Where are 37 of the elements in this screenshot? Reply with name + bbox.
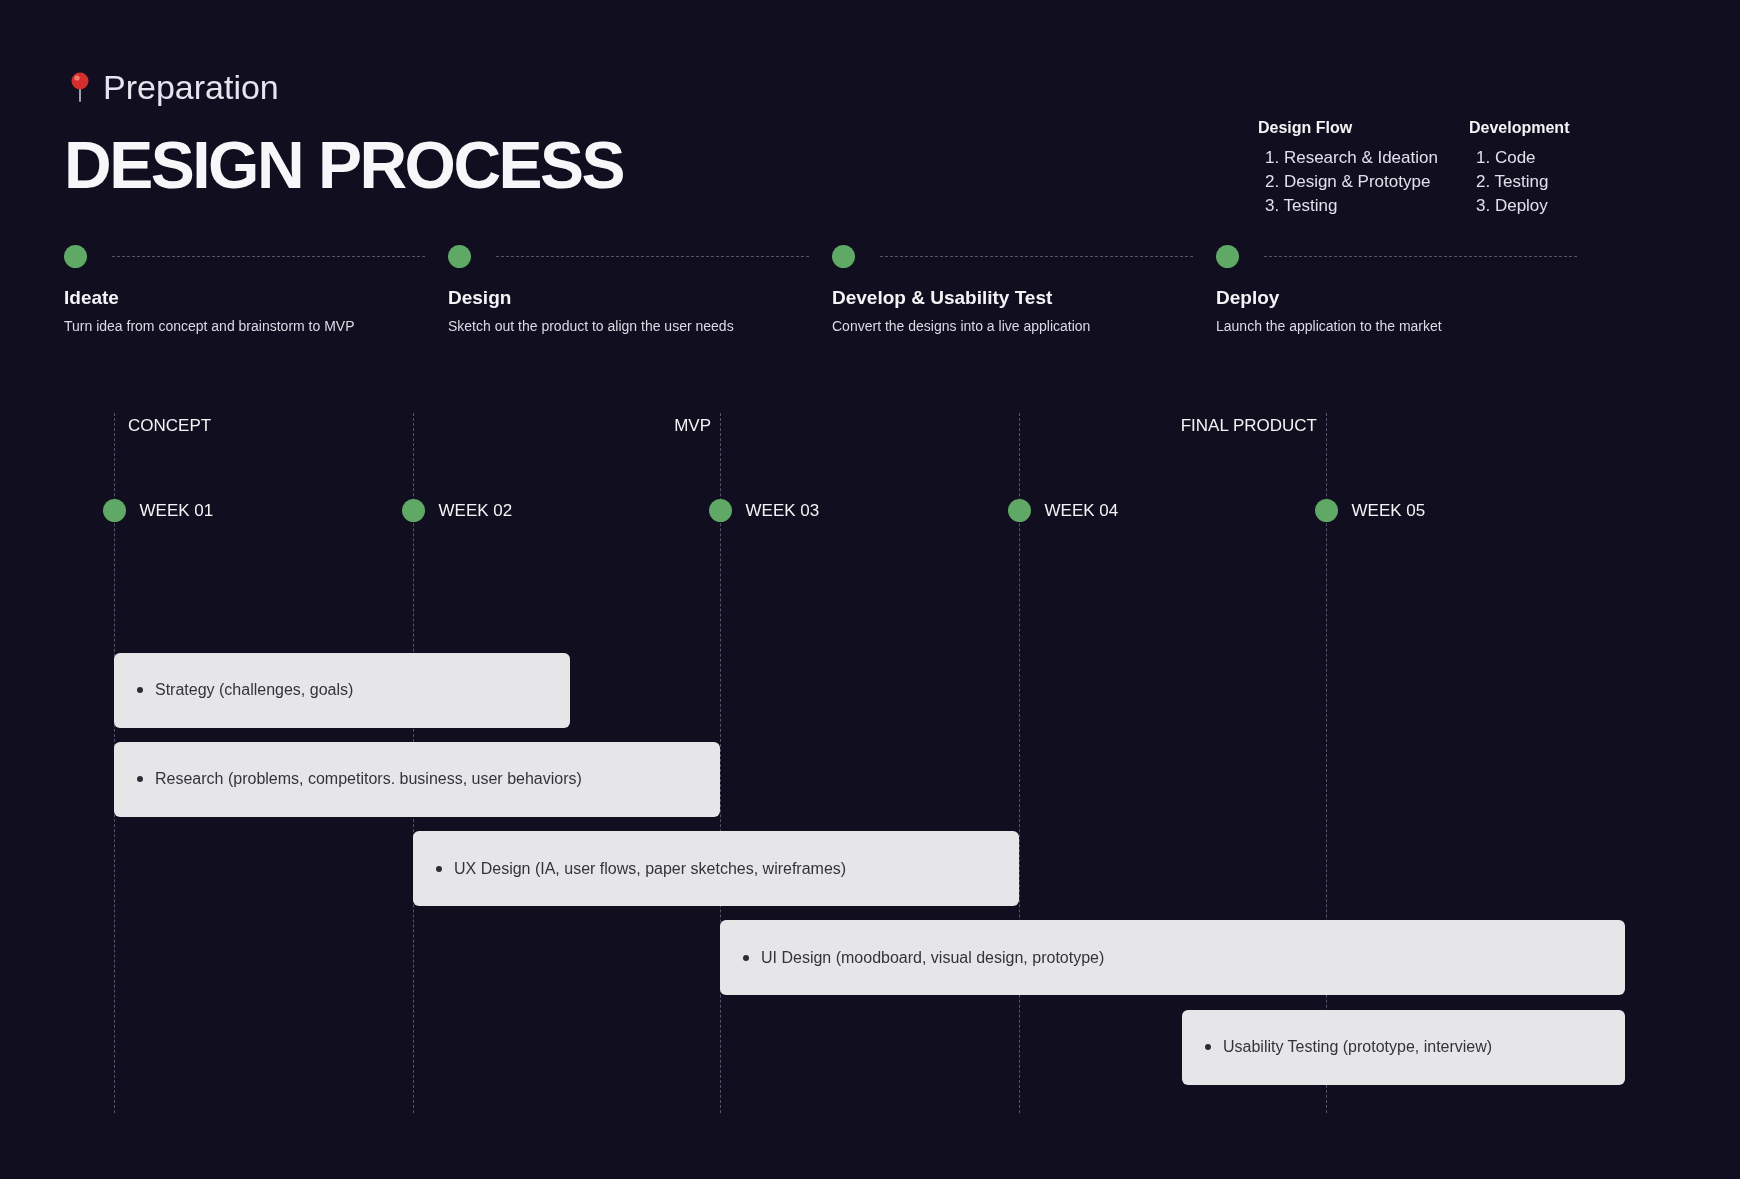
- legend-item: 1. Code: [1476, 147, 1536, 170]
- phase-title: Design: [448, 286, 512, 310]
- bullet-icon: [137, 687, 143, 693]
- milestone-label: FINAL PRODUCT: [1180, 415, 1317, 437]
- bullet-icon: [1205, 1044, 1211, 1050]
- week-label: WEEK 02: [438, 499, 513, 522]
- bullet-icon: [743, 954, 749, 961]
- legend-item: 2. Testing: [1476, 171, 1549, 194]
- task-label: UI Design (moodboard, visual design, prototype): [761, 947, 1105, 968]
- legend-item: 3. Deploy: [1476, 195, 1548, 218]
- bullet-icon: [137, 776, 143, 783]
- task-label: Strategy (challenges, goals): [155, 680, 354, 700]
- milestone-label: MVP: [674, 415, 711, 437]
- week-label: WEEK 01: [139, 499, 214, 522]
- week-label: WEEK 04: [1044, 499, 1119, 522]
- week-label: WEEK 03: [745, 499, 820, 522]
- phase-description: Convert the designs into a live application: [832, 317, 1091, 336]
- phase-title: Develop & Usability Test: [832, 286, 1053, 310]
- bullet-icon: [436, 865, 442, 872]
- legend-item: 3. Testing: [1265, 195, 1338, 218]
- milestone-label: CONCEPT: [128, 415, 212, 437]
- phase-description: Turn idea from concept and brainstorm to MVP: [64, 317, 355, 336]
- legend-heading: Development: [1469, 117, 1570, 138]
- week-label: WEEK 05: [1351, 499, 1426, 522]
- phase-title: Ideate: [64, 286, 119, 310]
- phase-description: Launch the application to the market: [1216, 317, 1442, 336]
- phase-description: Sketch out the product to align the user needs: [448, 317, 734, 336]
- task-label: Usability Testing (prototype, interview): [1223, 1037, 1493, 1057]
- page-title: DESIGN PROCESS: [64, 132, 624, 198]
- legend-item: 2. Design & Prototype: [1265, 171, 1431, 194]
- legend-item: 1. Research & Ideation: [1265, 147, 1438, 170]
- pin-icon: [70, 72, 90, 102]
- eyebrow-title: Preparation: [103, 67, 279, 107]
- phase-title: Deploy: [1216, 286, 1280, 310]
- task-label: Research (problems, competitors. business, user behaviors): [155, 769, 582, 790]
- task-label: UX Design (IA, user flows, paper sketches, wireframes): [454, 858, 847, 879]
- legend-heading: Design Flow: [1258, 117, 1353, 138]
